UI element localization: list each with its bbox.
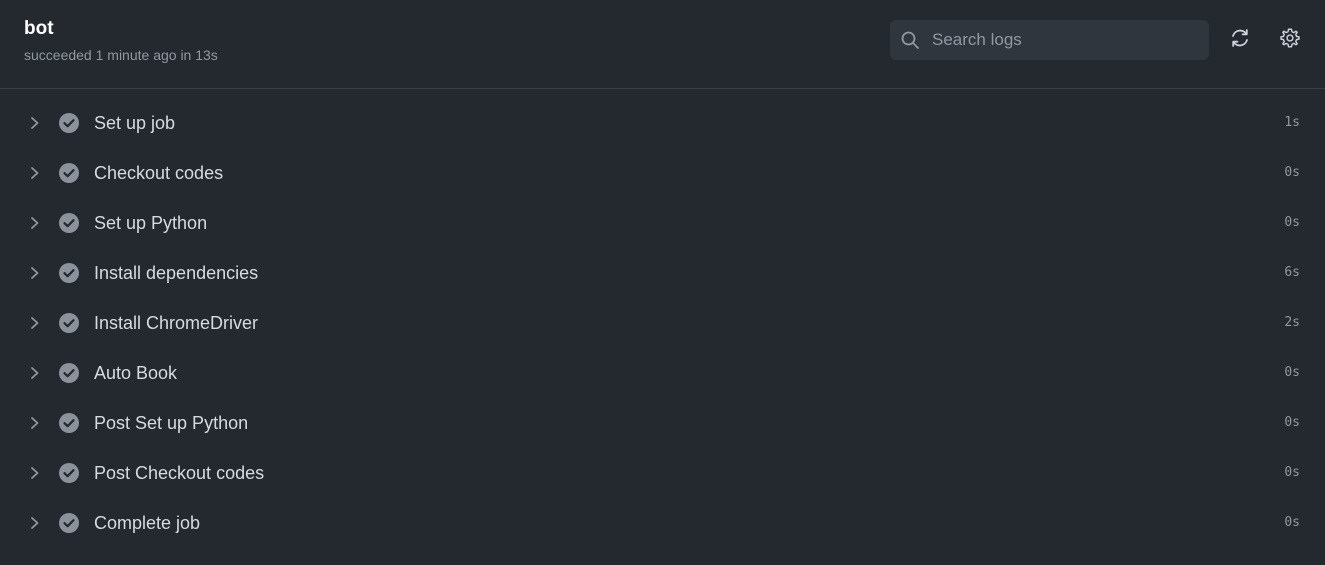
- step-duration: 1s: [1284, 115, 1300, 130]
- search-box[interactable]: [890, 20, 1209, 60]
- step-duration: 0s: [1284, 215, 1300, 230]
- step-row[interactable]: Install dependencies 6s: [0, 248, 1325, 298]
- steps-list: Set up job 1s Checkout codes 0s Set up Pytho…: [0, 98, 1325, 548]
- step-name: Set up Python: [94, 213, 208, 233]
- step-name: Install ChromeDriver: [94, 313, 259, 333]
- step-duration: 6s: [1284, 265, 1300, 280]
- step-name: Checkout codes: [94, 163, 224, 183]
- search-input[interactable]: [930, 29, 1194, 51]
- refresh-button[interactable]: [1228, 28, 1252, 52]
- step-duration: 0s: [1284, 515, 1300, 530]
- chevron-right-icon[interactable]: [27, 265, 43, 281]
- step-name: Install dependencies: [94, 263, 259, 283]
- chevron-right-icon[interactable]: [27, 415, 43, 431]
- step-name: Post Set up Python: [94, 413, 249, 433]
- step-row[interactable]: Post Checkout codes 0s: [0, 448, 1325, 498]
- chevron-right-icon[interactable]: [27, 215, 43, 231]
- step-duration: 0s: [1284, 165, 1300, 180]
- refresh-icon: [1229, 27, 1251, 54]
- step-row[interactable]: Set up Python 0s: [0, 198, 1325, 248]
- step-name: Set up job: [94, 113, 176, 133]
- check-circle-icon: [58, 262, 80, 284]
- settings-button[interactable]: [1278, 28, 1302, 52]
- check-circle-icon: [58, 362, 80, 384]
- gear-icon: [1279, 27, 1301, 54]
- check-circle-icon: [58, 162, 80, 184]
- check-circle-icon: [58, 112, 80, 134]
- check-circle-icon: [58, 212, 80, 234]
- chevron-right-icon[interactable]: [27, 115, 43, 131]
- step-name: Post Checkout codes: [94, 463, 265, 483]
- chevron-right-icon[interactable]: [27, 365, 43, 381]
- step-row[interactable]: Post Set up Python 0s: [0, 398, 1325, 448]
- job-status: succeeded 1 minute ago in 13s: [24, 47, 218, 63]
- step-duration: 2s: [1284, 315, 1300, 330]
- job-title: bot: [24, 18, 54, 39]
- check-circle-icon: [58, 512, 80, 534]
- job-header: bot succeeded 1 minute ago in 13s: [0, 0, 1325, 89]
- chevron-right-icon[interactable]: [27, 165, 43, 181]
- check-circle-icon: [58, 462, 80, 484]
- chevron-right-icon[interactable]: [27, 515, 43, 531]
- chevron-right-icon[interactable]: [27, 315, 43, 331]
- step-row[interactable]: Install ChromeDriver 2s: [0, 298, 1325, 348]
- step-duration: 0s: [1284, 365, 1300, 380]
- check-circle-icon: [58, 412, 80, 434]
- step-name: Auto Book: [94, 363, 178, 383]
- step-row[interactable]: Auto Book 0s: [0, 348, 1325, 398]
- check-circle-icon: [58, 312, 80, 334]
- step-row[interactable]: Set up job 1s: [0, 98, 1325, 148]
- search-icon: [900, 30, 920, 50]
- step-name: Complete job: [94, 513, 201, 533]
- step-row[interactable]: Complete job 0s: [0, 498, 1325, 548]
- chevron-right-icon[interactable]: [27, 465, 43, 481]
- step-duration: 0s: [1284, 415, 1300, 430]
- step-row[interactable]: Checkout codes 0s: [0, 148, 1325, 198]
- step-duration: 0s: [1284, 465, 1300, 480]
